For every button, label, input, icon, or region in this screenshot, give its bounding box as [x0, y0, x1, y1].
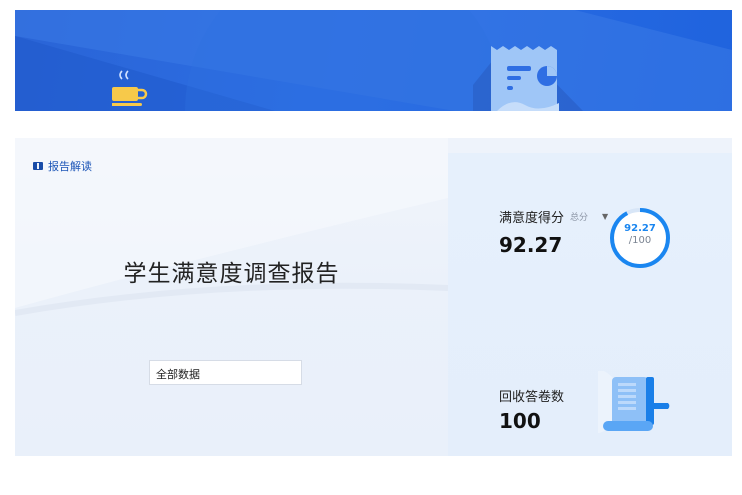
data-filter-select[interactable]: 全部数据 [149, 360, 302, 385]
responses-value: 100 [499, 409, 541, 433]
score-value: 92.27 [499, 233, 563, 257]
stats-panel: 满意度得分 总分 ▼ 92.27 92.27 /100 回收答卷数 100 [448, 153, 732, 456]
score-gauge: 92.27 /100 [608, 206, 672, 274]
responses-label: 回收答卷数 [499, 390, 565, 405]
document-scroll-icon [598, 371, 670, 433]
gauge-total: /100 [628, 235, 652, 246]
report-interpret-label: 报告解读 [48, 160, 92, 173]
gauge-value: 92.27 [624, 223, 656, 234]
score-type-label: 总分 [570, 213, 589, 223]
report-interpret-link[interactable]: 报告解读 [33, 158, 92, 174]
report-card: 报告解读 学生满意度调查报告 全部数据 满意度得分 总分 ▼ 92.27 92.… [15, 138, 732, 456]
background-swoosh [15, 138, 448, 316]
score-label: 满意度得分 [499, 211, 565, 226]
coffee-cup-icon [112, 70, 148, 106]
page-title: 学生满意度调查报告 [123, 261, 340, 287]
score-header: 满意度得分 总分 ▼ [499, 207, 608, 226]
header-banner [15, 10, 732, 111]
book-icon [33, 162, 43, 170]
report-summary-panel: 报告解读 学生满意度调查报告 全部数据 [15, 138, 448, 456]
receipt-chart-icon [473, 46, 583, 111]
